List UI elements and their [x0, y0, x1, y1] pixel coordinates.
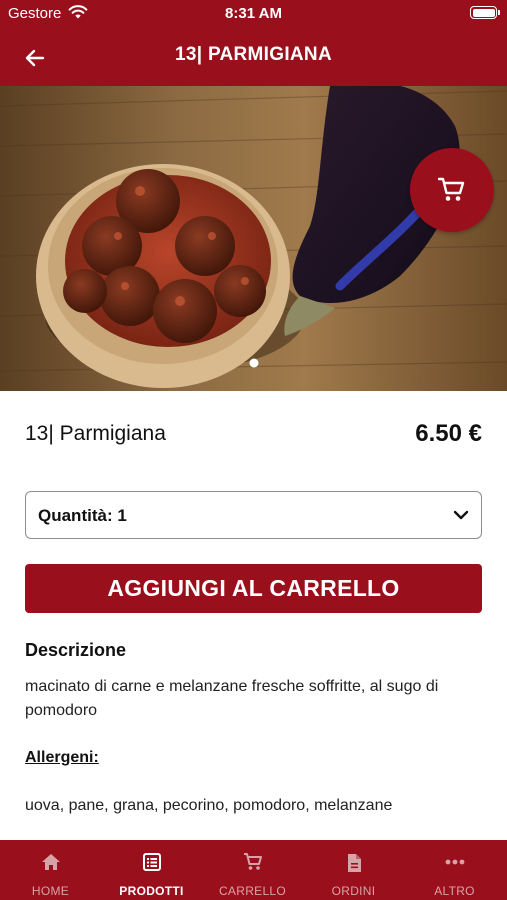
product-price: 6.50 € [415, 420, 482, 447]
tab-label: ORDINI [331, 884, 376, 898]
description-title: Descrizione [25, 640, 127, 660]
product-image[interactable] [0, 86, 507, 391]
tab-label: CARRELLO [218, 884, 287, 898]
document-icon [303, 853, 404, 873]
nav-bar: 13| PARMIGIANA [0, 28, 507, 86]
product-name: 13| Parmigiana [25, 422, 166, 445]
chevron-down-icon [453, 508, 469, 526]
page-title: 13| PARMIGIANA [175, 44, 332, 65]
list-icon [101, 853, 202, 873]
tab-bar: HOME PRODOTTI CARRELLO ORDINI ALTRO [0, 840, 507, 900]
tab-label: PRODOTTI [119, 884, 184, 898]
tab-label: HOME [31, 884, 70, 898]
home-icon [0, 853, 101, 873]
back-arrow-icon[interactable] [22, 45, 48, 71]
clock: 8:31 AM [225, 5, 282, 22]
status-bar: Gestore 8:31 AM [0, 0, 507, 28]
tab-altro[interactable]: ALTRO [404, 840, 505, 900]
description-text: macinato di carne e melanzane fresche so… [25, 678, 439, 719]
cart-icon [438, 177, 465, 201]
product-summary: 13| Parmigiana 6.50 € [25, 418, 482, 452]
product-photo [0, 86, 507, 391]
tab-carrello[interactable]: CARRELLO [202, 840, 303, 900]
tab-label: ALTRO [434, 884, 475, 898]
battery-icon [470, 6, 500, 19]
allergens-title: Allergeni: [25, 749, 99, 766]
cart-icon [202, 853, 303, 873]
more-icon [404, 853, 505, 873]
quantity-select[interactable]: Quantità: 1 [25, 491, 482, 539]
tab-prodotti[interactable]: PRODOTTI [101, 840, 202, 900]
allergens-text: uova, pane, grana, pecorino, pomodoro, m… [25, 797, 393, 814]
add-to-cart-button[interactable]: AGGIUNGI AL CARRELLO [25, 564, 482, 613]
tab-home[interactable]: HOME [0, 840, 101, 900]
tab-ordini[interactable]: ORDINI [303, 840, 404, 900]
pager-dot[interactable] [249, 358, 259, 368]
quantity-label: Quantità: 1 [38, 506, 127, 525]
cart-fab-button[interactable] [410, 148, 494, 232]
